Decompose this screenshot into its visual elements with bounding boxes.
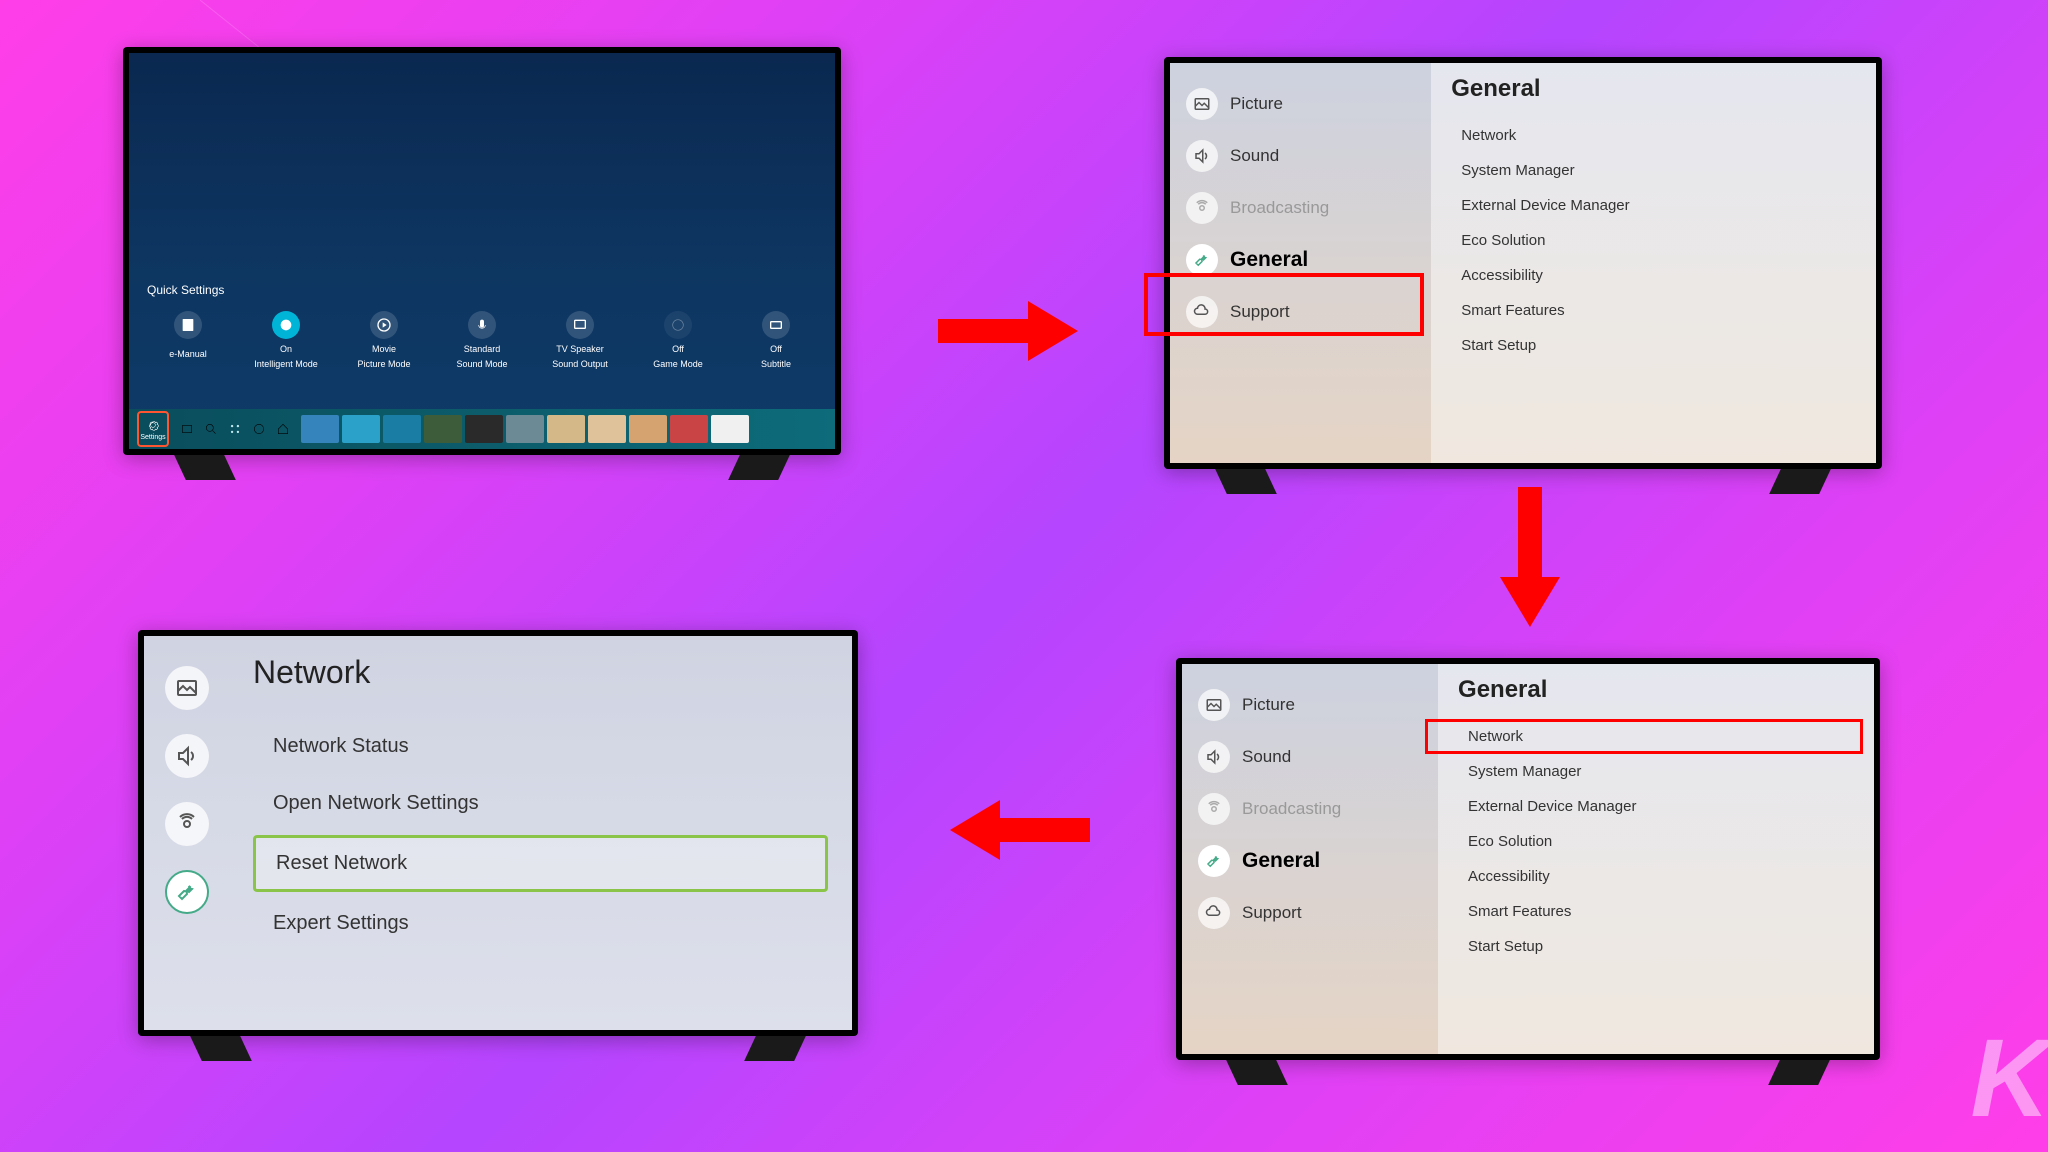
app-tile[interactable] bbox=[383, 415, 421, 443]
arrow-right-1 bbox=[938, 301, 1078, 366]
watermark-logo: K bbox=[1971, 1015, 2040, 1142]
sidebar-item-picture[interactable]: Picture bbox=[1170, 78, 1431, 130]
network-sidebar bbox=[144, 636, 229, 1030]
settings-main: General Network System Manager External … bbox=[1438, 664, 1874, 1054]
source-icon[interactable] bbox=[180, 422, 194, 436]
cloud-icon bbox=[1198, 897, 1230, 929]
app-tiles bbox=[301, 415, 749, 443]
app-tile[interactable] bbox=[670, 415, 708, 443]
sidebar-item-picture[interactable]: Picture bbox=[1182, 679, 1438, 731]
app-tile[interactable] bbox=[547, 415, 585, 443]
nav-icons bbox=[180, 422, 290, 436]
arrow-down bbox=[1500, 487, 1560, 632]
option-smart-features[interactable]: Smart Features bbox=[1451, 294, 1856, 327]
apps-icon[interactable] bbox=[228, 422, 242, 436]
wrench-icon bbox=[1186, 244, 1218, 276]
settings-title: General bbox=[1458, 676, 1854, 704]
option-reset-network[interactable]: Reset Network bbox=[253, 835, 828, 892]
broadcast-icon[interactable] bbox=[165, 802, 209, 846]
qs-emanual[interactable]: e-Manual bbox=[148, 311, 228, 369]
sidebar-item-broadcasting: Broadcasting bbox=[1182, 783, 1438, 835]
broadcast-icon bbox=[1198, 793, 1230, 825]
option-system-manager[interactable]: System Manager bbox=[1451, 154, 1856, 187]
settings-sidebar: Picture Sound Broadcasting General Suppo… bbox=[1182, 664, 1438, 1054]
option-start-setup[interactable]: Start Setup bbox=[1451, 329, 1856, 362]
subtitle-icon bbox=[762, 311, 790, 339]
sidebar-item-support[interactable]: Support bbox=[1182, 887, 1438, 939]
app-tile[interactable] bbox=[588, 415, 626, 443]
sidebar-item-sound[interactable]: Sound bbox=[1170, 130, 1431, 182]
option-smart-features[interactable]: Smart Features bbox=[1458, 895, 1854, 928]
wrench-icon[interactable] bbox=[165, 870, 209, 914]
ambient-icon[interactable] bbox=[252, 422, 266, 436]
gear-icon bbox=[146, 418, 160, 432]
option-start-setup[interactable]: Start Setup bbox=[1458, 930, 1854, 963]
tv-screen-1: Quick Settings e-Manual On Intelligent M… bbox=[123, 47, 841, 455]
book-icon bbox=[174, 311, 202, 339]
monitor-icon bbox=[566, 311, 594, 339]
qs-game-mode[interactable]: Off Game Mode bbox=[638, 311, 718, 369]
home-icon[interactable] bbox=[276, 422, 290, 436]
option-external-device[interactable]: External Device Manager bbox=[1458, 790, 1854, 823]
option-external-device[interactable]: External Device Manager bbox=[1451, 189, 1856, 222]
qs-sound-output[interactable]: TV Speaker Sound Output bbox=[540, 311, 620, 369]
app-tile[interactable] bbox=[424, 415, 462, 443]
picture-icon bbox=[1186, 88, 1218, 120]
sidebar-item-support[interactable]: Support bbox=[1170, 286, 1431, 338]
qs-intelligent-mode[interactable]: On Intelligent Mode bbox=[246, 311, 326, 369]
wrench-icon bbox=[1198, 845, 1230, 877]
option-eco-solution[interactable]: Eco Solution bbox=[1451, 224, 1856, 257]
cloud-icon bbox=[1186, 296, 1218, 328]
arrow-left bbox=[950, 800, 1090, 865]
sidebar-item-general[interactable]: General bbox=[1182, 835, 1438, 887]
settings-sidebar: Picture Sound Broadcasting General Suppo… bbox=[1170, 63, 1431, 463]
option-network[interactable]: Network bbox=[1458, 720, 1854, 753]
picture-icon bbox=[1198, 689, 1230, 721]
network-main: Network Network Status Open Network Sett… bbox=[229, 636, 852, 1030]
option-eco-solution[interactable]: Eco Solution bbox=[1458, 825, 1854, 858]
launcher-bar: Settings bbox=[129, 409, 835, 449]
sound-icon bbox=[1186, 140, 1218, 172]
search-icon[interactable] bbox=[204, 422, 218, 436]
option-open-network-settings[interactable]: Open Network Settings bbox=[253, 778, 828, 829]
sidebar-item-general[interactable]: General bbox=[1170, 234, 1431, 286]
broadcast-icon bbox=[1186, 192, 1218, 224]
option-network[interactable]: Network bbox=[1451, 119, 1856, 152]
app-tile[interactable] bbox=[629, 415, 667, 443]
qs-sound-mode[interactable]: Standard Sound Mode bbox=[442, 311, 522, 369]
app-tile[interactable] bbox=[506, 415, 544, 443]
option-network-status[interactable]: Network Status bbox=[253, 721, 828, 772]
app-tile[interactable] bbox=[342, 415, 380, 443]
sidebar-item-broadcasting: Broadcasting bbox=[1170, 182, 1431, 234]
tv-screen-2: Picture Sound Broadcasting General Suppo… bbox=[1164, 57, 1882, 469]
tv-screen-4: Network Network Status Open Network Sett… bbox=[138, 630, 858, 1036]
sidebar-item-sound[interactable]: Sound bbox=[1182, 731, 1438, 783]
settings-title: General bbox=[1451, 75, 1856, 103]
settings-main: General Network System Manager External … bbox=[1431, 63, 1876, 463]
app-tile[interactable] bbox=[465, 415, 503, 443]
intelligent-icon bbox=[272, 311, 300, 339]
picture-icon[interactable] bbox=[165, 666, 209, 710]
tv-screen-3: Picture Sound Broadcasting General Suppo… bbox=[1176, 658, 1880, 1060]
settings-button[interactable]: Settings bbox=[137, 411, 169, 447]
play-icon bbox=[370, 311, 398, 339]
option-expert-settings[interactable]: Expert Settings bbox=[253, 898, 828, 949]
quick-settings-label: Quick Settings bbox=[147, 283, 224, 297]
qs-subtitle[interactable]: Off Subtitle bbox=[736, 311, 816, 369]
app-tile[interactable] bbox=[711, 415, 749, 443]
mic-icon bbox=[468, 311, 496, 339]
sound-icon bbox=[1198, 741, 1230, 773]
qs-picture-mode[interactable]: Movie Picture Mode bbox=[344, 311, 424, 369]
sound-icon[interactable] bbox=[165, 734, 209, 778]
game-icon bbox=[664, 311, 692, 339]
option-system-manager[interactable]: System Manager bbox=[1458, 755, 1854, 788]
quick-settings-row: e-Manual On Intelligent Mode Movie Pictu… bbox=[129, 311, 835, 369]
network-title: Network bbox=[253, 654, 828, 691]
option-accessibility[interactable]: Accessibility bbox=[1451, 259, 1856, 292]
app-tile[interactable] bbox=[301, 415, 339, 443]
option-accessibility[interactable]: Accessibility bbox=[1458, 860, 1854, 893]
